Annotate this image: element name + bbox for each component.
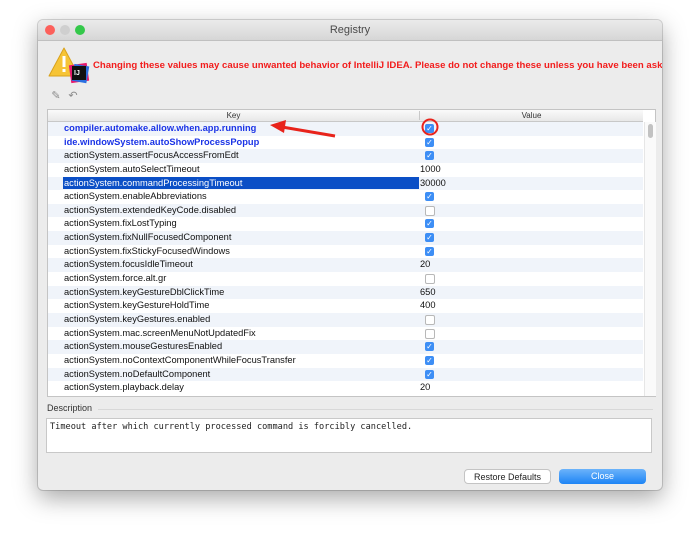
registry-key: actionSystem.keyGestures.enabled bbox=[64, 313, 211, 324]
restore-defaults-button[interactable]: Restore Defaults bbox=[464, 469, 551, 484]
registry-key: actionSystem.assertFocusAccessFromEdt bbox=[64, 150, 239, 161]
table-row[interactable]: actionSystem.keyGestureDblClickTime 650 bbox=[48, 285, 643, 300]
value-checkbox[interactable]: ✓ bbox=[425, 137, 434, 147]
table-row[interactable]: actionSystem.noContextComponentWhileFocu… bbox=[48, 354, 643, 368]
table-row[interactable]: actionSystem.autoSelectTimeout 1000 bbox=[48, 163, 643, 177]
table-row[interactable]: actionSystem.assertFocusAccessFromEdt ✓ bbox=[48, 149, 643, 163]
value-checkbox[interactable] bbox=[425, 328, 435, 339]
value-checkbox[interactable]: ✓ bbox=[425, 369, 434, 379]
intellij-logo: IJ bbox=[74, 70, 80, 77]
close-button[interactable]: Close bbox=[559, 469, 646, 484]
scrollbar-thumb[interactable] bbox=[648, 124, 653, 138]
table-row[interactable]: actionSystem.fixLostTyping ✓ bbox=[48, 217, 643, 231]
edit-icon[interactable]: ✎ bbox=[50, 90, 62, 102]
registry-key: compiler.automake.allow.when.app.running bbox=[64, 123, 257, 133]
registry-table: Key Value compiler.automake.allow.when.a… bbox=[47, 109, 656, 397]
registry-key: actionSystem.focusIdleTimeout bbox=[64, 259, 193, 270]
value-checkbox[interactable] bbox=[425, 314, 435, 325]
registry-key: actionSystem.mouseGesturesEnabled bbox=[64, 341, 223, 352]
registry-key: actionSystem.force.alt.gr bbox=[64, 273, 167, 284]
value-checkbox[interactable]: ✓ bbox=[425, 233, 434, 243]
registry-key: actionSystem.noDefaultComponent bbox=[64, 368, 211, 379]
description-divider bbox=[98, 409, 653, 410]
table-row[interactable]: actionSystem.fixNullFocusedComponent ✓ bbox=[48, 231, 643, 245]
registry-key: actionSystem.commandProcessingTimeout bbox=[63, 176, 419, 189]
table-body: compiler.automake.allow.when.app.running… bbox=[48, 122, 643, 395]
vertical-scrollbar[interactable] bbox=[644, 122, 656, 396]
value-checkbox[interactable] bbox=[425, 205, 435, 216]
table-row[interactable]: actionSystem.extendedKeyCode.disabled bbox=[48, 203, 643, 218]
title-bar: Registry bbox=[38, 20, 662, 41]
registry-key: actionSystem.keyGestureDblClickTime bbox=[64, 286, 225, 297]
table-header: Key Value bbox=[48, 110, 643, 122]
table-row[interactable]: actionSystem.enableAbbreviations ✓ bbox=[48, 190, 643, 204]
value-checkbox[interactable] bbox=[425, 274, 435, 285]
registry-dialog: Registry IJ Changing these values may ca… bbox=[38, 20, 662, 490]
table-row[interactable]: actionSystem.noDefaultComponent ✓ bbox=[48, 367, 643, 382]
value-checkbox[interactable]: ✓ bbox=[425, 342, 434, 352]
description-label: Description bbox=[47, 403, 93, 413]
table-row[interactable]: compiler.automake.allow.when.app.running… bbox=[48, 122, 643, 136]
window-title: Registry bbox=[329, 24, 371, 36]
value-field[interactable]: 30000 bbox=[420, 178, 446, 188]
column-header-value[interactable]: Value bbox=[420, 111, 643, 120]
value-field[interactable]: 400 bbox=[420, 300, 436, 310]
value-checkbox[interactable]: ✓ bbox=[425, 246, 434, 256]
registry-key: actionSystem.autoSelectTimeout bbox=[64, 163, 200, 174]
registry-key: actionSystem.keyGestureHoldTime bbox=[64, 300, 210, 311]
table-row[interactable]: actionSystem.playback.delay 20 bbox=[48, 381, 643, 395]
value-checkbox[interactable]: ✓ bbox=[425, 124, 434, 133]
registry-key: actionSystem.playback.delay bbox=[64, 382, 184, 393]
registry-key: ide.windowSystem.autoShowProcessPopup bbox=[64, 136, 260, 147]
value-checkbox[interactable]: ✓ bbox=[425, 355, 434, 365]
table-row[interactable]: actionSystem.keyGestures.enabled bbox=[48, 312, 643, 327]
registry-key: actionSystem.fixNullFocusedComponent bbox=[64, 232, 232, 243]
column-header-key[interactable]: Key bbox=[48, 111, 420, 120]
table-row[interactable]: actionSystem.force.alt.gr bbox=[48, 272, 643, 286]
value-field[interactable]: 20 bbox=[420, 382, 430, 392]
value-checkbox[interactable]: ✓ bbox=[425, 151, 434, 161]
warning-message: Changing these values may cause unwanted… bbox=[93, 60, 662, 71]
value-checkbox[interactable]: ✓ bbox=[425, 192, 434, 202]
table-row[interactable]: actionSystem.keyGestureHoldTime 400 bbox=[48, 299, 643, 313]
value-field[interactable]: 1000 bbox=[420, 164, 441, 174]
table-row[interactable]: actionSystem.fixStickyFocusedWindows ✓ bbox=[48, 245, 643, 259]
registry-key: actionSystem.extendedKeyCode.disabled bbox=[64, 204, 237, 215]
table-row[interactable]: actionSystem.mouseGesturesEnabled ✓ bbox=[48, 340, 643, 354]
table-row[interactable]: actionSystem.commandProcessingTimeout 300… bbox=[48, 176, 643, 191]
value-field[interactable]: 20 bbox=[420, 259, 430, 269]
description-text: Timeout after which currently processed … bbox=[46, 418, 652, 453]
warning-icon: IJ bbox=[48, 47, 90, 84]
registry-key: actionSystem.fixLostTyping bbox=[64, 218, 177, 229]
revert-icon[interactable]: ↶ bbox=[67, 90, 79, 102]
registry-key: actionSystem.enableAbbreviations bbox=[64, 191, 207, 202]
table-row[interactable]: actionSystem.mac.screenMenuNotUpdatedFix bbox=[48, 327, 643, 341]
registry-key: actionSystem.noContextComponentWhileFocu… bbox=[64, 354, 296, 365]
table-row[interactable]: ide.windowSystem.autoShowProcessPopup ✓ bbox=[48, 136, 643, 150]
table-row[interactable]: actionSystem.focusIdleTimeout 20 bbox=[48, 258, 643, 273]
registry-key: actionSystem.fixStickyFocusedWindows bbox=[64, 245, 230, 256]
registry-key: actionSystem.mac.screenMenuNotUpdatedFix bbox=[64, 327, 256, 338]
value-checkbox[interactable]: ✓ bbox=[425, 219, 434, 229]
value-field[interactable]: 650 bbox=[420, 287, 436, 297]
